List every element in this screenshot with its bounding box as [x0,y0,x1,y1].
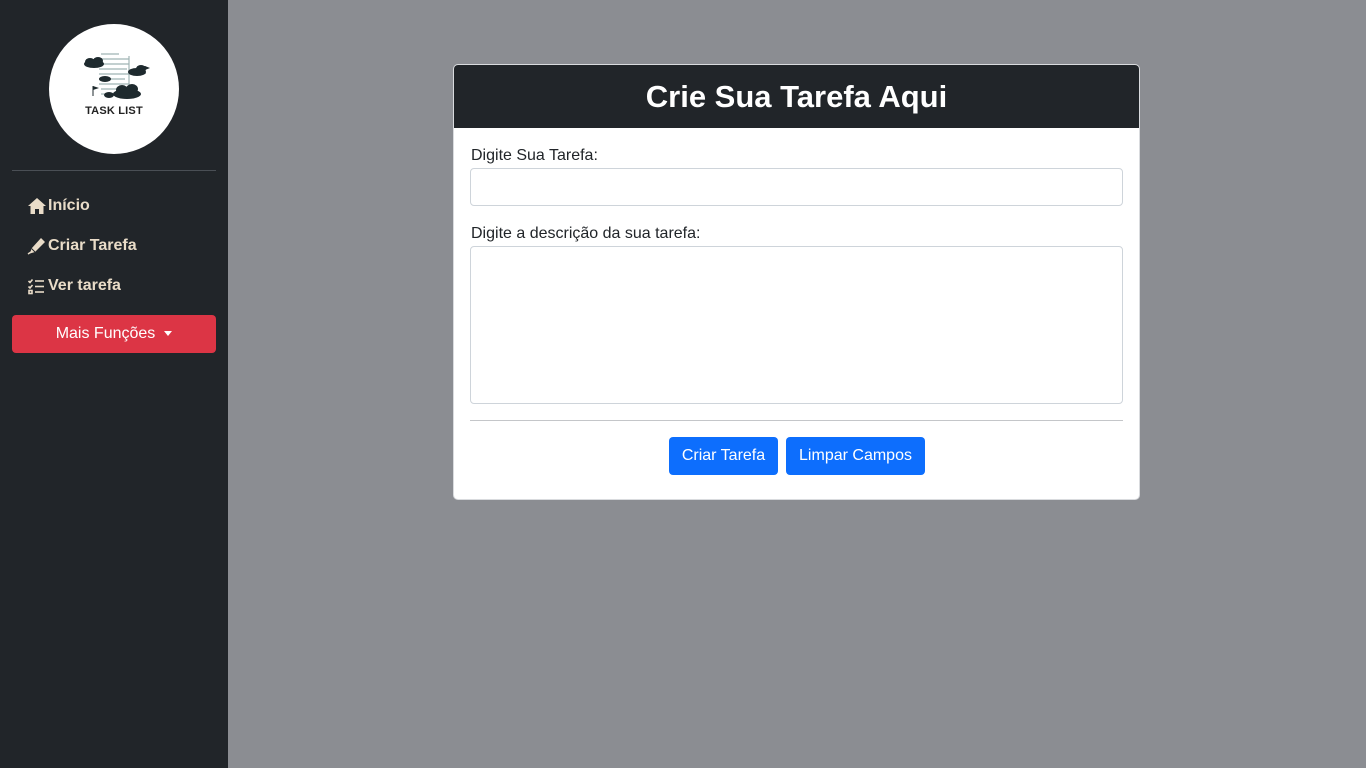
more-functions-button[interactable]: Mais Funções [12,315,216,353]
logo-illustration-icon [84,53,150,99]
create-task-card: Crie Sua Tarefa Aqui Digite Sua Tarefa: … [453,64,1140,500]
create-task-button[interactable]: Criar Tarefa [669,437,778,475]
task-label: Digite Sua Tarefa: [471,147,598,164]
sidebar: TASK LIST Início Criar Tarefa Ver tarefa… [0,0,228,768]
list-check-icon [27,277,47,295]
nav-item-criar-tarefa[interactable]: Criar Tarefa [27,234,137,258]
pen-icon [27,237,47,255]
form-divider [470,420,1123,421]
page-title: Crie Sua Tarefa Aqui [645,78,948,114]
sidebar-divider [12,170,216,171]
description-textarea[interactable] [470,246,1123,404]
nav-item-ver-tarefa[interactable]: Ver tarefa [27,274,121,298]
nav-item-inicio[interactable]: Início [27,194,90,218]
description-label: Digite a descrição da sua tarefa: [471,225,701,242]
logo-text: TASK LIST [85,105,143,117]
caret-down-icon [164,330,173,336]
nav-item-label: Criar Tarefa [48,237,137,254]
logo[interactable]: TASK LIST [49,24,179,154]
card-header: Crie Sua Tarefa Aqui [454,65,1139,128]
nav-item-label: Início [48,197,90,214]
nav-item-label: Ver tarefa [48,277,121,294]
more-functions-label: Mais Funções [55,325,156,342]
clear-fields-button[interactable]: Limpar Campos [786,437,925,475]
home-icon [27,197,47,215]
task-input[interactable] [470,168,1123,206]
